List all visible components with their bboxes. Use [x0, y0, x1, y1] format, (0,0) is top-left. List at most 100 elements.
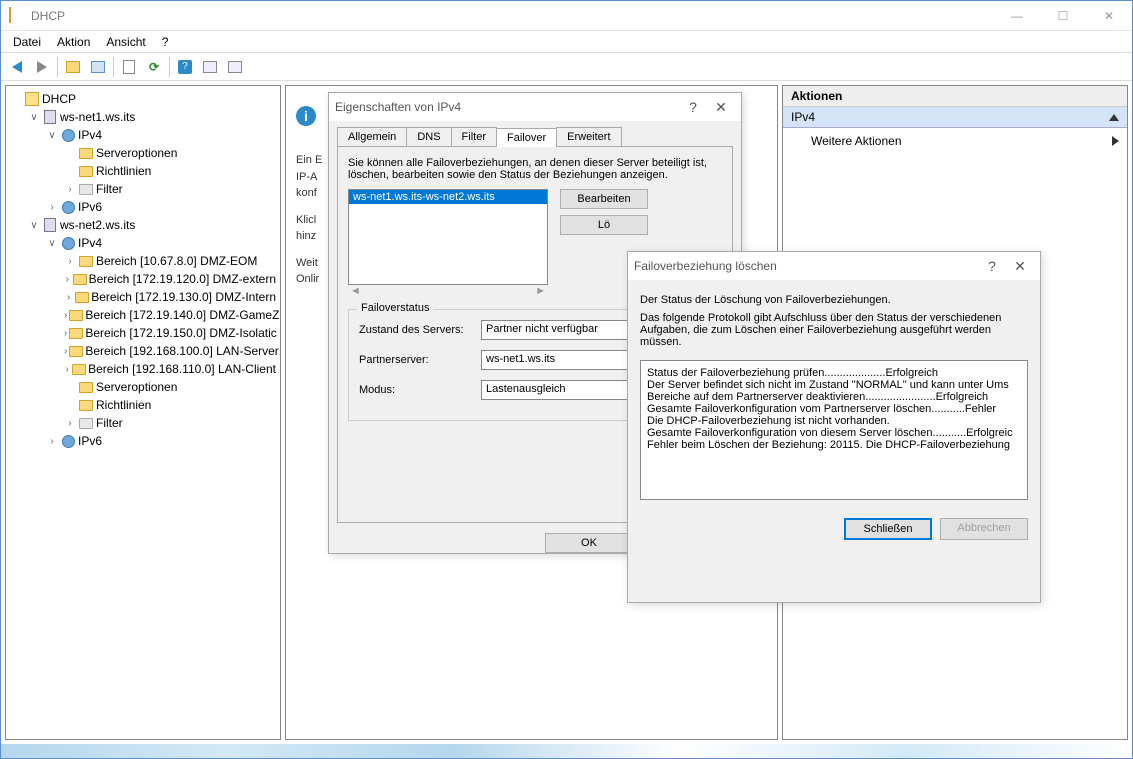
tree-label: Bereich [192.168.110.0] LAN-Client: [88, 362, 276, 376]
taskbar-hint: [1, 744, 1132, 758]
dialog-titlebar[interactable]: Eigenschaften von IPv4 ? ✕: [329, 93, 741, 121]
tree-server2-ipv4[interactable]: ∨ IPv4: [42, 234, 280, 252]
close-icon[interactable]: ✕: [1006, 258, 1034, 275]
forward-button[interactable]: [30, 55, 54, 79]
tree-label: Bereich [172.19.140.0] DMZ-GameZ: [85, 308, 279, 322]
tree-label: DHCP: [42, 92, 76, 106]
minimize-button[interactable]: —: [994, 1, 1040, 31]
tree-server1[interactable]: ∨ ws-net1.ws.its: [24, 108, 280, 126]
tabs: Allgemein DNS Filter Failover Erweitert: [337, 127, 733, 147]
chevron-right-icon[interactable]: ›: [46, 436, 58, 447]
tree-scope-2[interactable]: › Bereich [172.19.130.0] DMZ-Intern: [60, 288, 280, 306]
tree-server2-richtlinien[interactable]: Richtlinien: [60, 396, 280, 414]
menu-view[interactable]: Ansicht: [98, 33, 153, 51]
action-icon-2[interactable]: [223, 55, 247, 79]
menu-action[interactable]: Aktion: [49, 33, 98, 51]
show-hide-button[interactable]: [86, 55, 110, 79]
tree-label: Filter: [96, 182, 123, 196]
tree-scope-3[interactable]: › Bereich [172.19.140.0] DMZ-GameZ: [60, 306, 280, 324]
folder-icon: [78, 415, 94, 431]
actions-more[interactable]: Weitere Aktionen: [783, 128, 1127, 154]
delete-button[interactable]: Lö: [560, 215, 648, 235]
tree-label: Bereich [10.67.8.0] DMZ-EOM: [96, 254, 257, 268]
folder-icon: [78, 145, 94, 161]
collapse-icon[interactable]: [1109, 114, 1119, 121]
action-icon-1[interactable]: [198, 55, 222, 79]
tree-server1-serveroptions[interactable]: Serveroptionen: [60, 144, 280, 162]
maximize-button[interactable]: ☐: [1040, 1, 1086, 31]
folder-icon: [78, 379, 94, 395]
tree-scope-6[interactable]: › Bereich [192.168.110.0] LAN-Client: [60, 360, 280, 378]
back-button[interactable]: [5, 55, 29, 79]
relationship-listbox[interactable]: ws-net1.ws.its-ws-net2.ws.its: [348, 189, 548, 285]
folder-icon: [69, 343, 83, 359]
tab-allgemein[interactable]: Allgemein: [337, 127, 407, 146]
chevron-right-icon[interactable]: ›: [64, 418, 76, 429]
tree-server1-richtlinien[interactable]: Richtlinien: [60, 162, 280, 180]
tree-server1-filter[interactable]: › Filter: [60, 180, 280, 198]
chevron-right-icon[interactable]: ›: [64, 274, 71, 285]
chevron-right-icon[interactable]: ›: [64, 310, 67, 321]
tree-server2-serveroptions[interactable]: Serveroptionen: [60, 378, 280, 396]
up-button[interactable]: [61, 55, 85, 79]
app-icon: [9, 8, 25, 24]
help-icon[interactable]: ?: [978, 258, 1006, 274]
tree-label: Filter: [96, 416, 123, 430]
tab-failover[interactable]: Failover: [496, 128, 557, 147]
tree-server1-ipv6[interactable]: ›IPv6: [42, 198, 280, 216]
chevron-right-icon[interactable]: ›: [64, 184, 76, 195]
tree-server1-ipv4[interactable]: ∨ IPv4: [42, 126, 280, 144]
help-icon[interactable]: ?: [679, 99, 707, 115]
dialog-titlebar[interactable]: Failoverbeziehung löschen ? ✕: [628, 252, 1040, 280]
refresh-button[interactable]: ⟳: [142, 55, 166, 79]
relationship-item-selected[interactable]: ws-net1.ws.its-ws-net2.ws.its: [349, 190, 547, 204]
actions-section-ipv4[interactable]: IPv4: [783, 107, 1127, 128]
chevron-down-icon[interactable]: ∨: [46, 130, 58, 141]
tree-scope-1[interactable]: ›Bereich [172.19.120.0] DMZ-extern: [60, 270, 280, 288]
folder-icon: [75, 289, 89, 305]
tree-label: Bereich [172.19.130.0] DMZ-Intern: [91, 290, 276, 304]
properties-button[interactable]: [117, 55, 141, 79]
chevron-right-icon[interactable]: ›: [64, 292, 73, 303]
chevron-down-icon[interactable]: ∨: [46, 238, 58, 249]
chevron-right-icon[interactable]: ›: [64, 364, 70, 375]
chevron-right-icon[interactable]: ›: [64, 346, 67, 357]
info-icon: i: [296, 106, 316, 126]
tree-label: ws-net2.ws.its: [60, 218, 135, 232]
menu-file[interactable]: Datei: [5, 33, 49, 51]
edit-button[interactable]: Bearbeiten: [560, 189, 648, 209]
menu-help[interactable]: ?: [154, 33, 177, 51]
close-icon[interactable]: ✕: [707, 99, 735, 116]
chevron-right-icon[interactable]: ›: [64, 256, 76, 267]
server-icon: [42, 109, 58, 125]
tree-root-dhcp[interactable]: DHCP: [6, 90, 280, 108]
tree-label: Bereich [172.19.150.0] DMZ-Isolatic: [85, 326, 276, 340]
tree-label: IPv4: [78, 128, 102, 142]
tab-dns[interactable]: DNS: [406, 127, 451, 146]
dialog-title: Failoverbeziehung löschen: [634, 259, 978, 273]
close-button[interactable]: ✕: [1086, 1, 1132, 31]
folder-icon: [78, 397, 94, 413]
tree-label: Bereich [192.168.100.0] LAN-Server: [85, 344, 278, 358]
tree-scope-5[interactable]: › Bereich [192.168.100.0] LAN-Server: [60, 342, 280, 360]
tab-filter[interactable]: Filter: [451, 127, 497, 146]
close-dialog-button[interactable]: Schließen: [844, 518, 932, 540]
chevron-right-icon[interactable]: ›: [64, 328, 67, 339]
tree-server2-filter[interactable]: › Filter: [60, 414, 280, 432]
tree-scope-4[interactable]: › Bereich [172.19.150.0] DMZ-Isolatic: [60, 324, 280, 342]
log-output[interactable]: Status der Failoverbeziehung prüfen.....…: [640, 360, 1028, 500]
ok-button[interactable]: OK: [545, 533, 633, 553]
tree-server2-ipv6[interactable]: ›IPv6: [42, 432, 280, 450]
help-button[interactable]: ?: [173, 55, 197, 79]
tree-scope-0[interactable]: › Bereich [10.67.8.0] DMZ-EOM: [60, 252, 280, 270]
chevron-down-icon[interactable]: ∨: [28, 112, 40, 123]
tree-label: Serveroptionen: [96, 146, 177, 160]
menubar: Datei Aktion Ansicht ?: [1, 31, 1132, 53]
chevron-right-icon[interactable]: ›: [46, 202, 58, 213]
tree-server2[interactable]: ∨ ws-net2.ws.its: [24, 216, 280, 234]
globe-icon: [60, 127, 76, 143]
tab-erweitert[interactable]: Erweitert: [556, 127, 621, 146]
state-label: Zustand des Servers:: [359, 324, 481, 336]
folder-icon: [78, 163, 94, 179]
chevron-down-icon[interactable]: ∨: [28, 220, 40, 231]
